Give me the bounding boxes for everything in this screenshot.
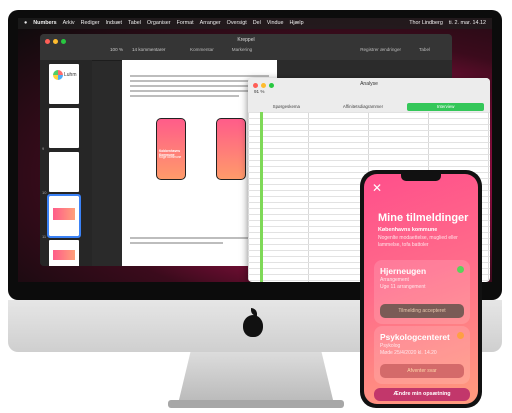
page-number: 10 [42, 190, 47, 195]
numbers-toolbar: Analyse 91 % Spørgeskema Affinitetsdiagr… [248, 78, 490, 113]
page-thumbnails-sidebar: Luhm 9 10 11 12 [40, 60, 92, 266]
page-number: 9 [42, 146, 45, 151]
menu-item-hjaelp[interactable]: Hjælp [290, 18, 304, 29]
card-title: Hjerneugen [380, 266, 427, 276]
screen-subtitle: Københavns kommune [378, 227, 438, 233]
menu-bar: ● Numbers Arkiv Rediger Indsæt Tabel Org… [18, 18, 492, 29]
status-button[interactable]: Tilmelding accepteret [380, 304, 464, 318]
pages-toolbar-items: Kommentar Markering Registrer ændringer … [190, 47, 446, 52]
menu-item-tabel[interactable]: Tabel [128, 18, 141, 29]
tab-sporgeskema[interactable]: Spørgeskema [248, 102, 325, 112]
text-line [130, 75, 269, 77]
toolbar-comment[interactable]: Kommentar [190, 47, 214, 52]
card-type: Arrangement [380, 277, 409, 283]
status-button[interactable]: Afventer svar [380, 364, 464, 378]
thumb-logo-text: Luhm [64, 72, 77, 78]
text-line [130, 85, 254, 87]
numbers-zoom[interactable]: 91 % [254, 89, 264, 94]
status-indicator [457, 266, 464, 273]
registration-card[interactable]: Psykologcenteret Psykolog Møde 25/4/2020… [374, 326, 470, 384]
card-title: Psykologcenteret [380, 332, 450, 342]
phone-mockup: Kobbenhavns Kommune Koge kommune [156, 118, 186, 180]
pages-zoom[interactable]: 100 % [110, 47, 123, 52]
page-number: 11 [42, 234, 47, 239]
imac: ● Numbers Arkiv Rediger Indsæt Tabel Org… [0, 0, 512, 413]
numbers-window-title: Analyse [360, 81, 378, 87]
apple-menu-icon[interactable]: ● [24, 18, 27, 29]
page-thumbnail-selected[interactable] [47, 194, 81, 238]
menu-item-oversigt[interactable]: Oversigt [227, 18, 247, 29]
mockup-label: Koge kommune [159, 155, 182, 159]
menu-item-arranger[interactable]: Arranger [200, 18, 221, 29]
pages-toolbar: Kreppel 100 % 14 kommentarer Kommentar M… [40, 34, 452, 61]
text-line [130, 95, 239, 97]
menu-item-vindue[interactable]: Vindue [267, 18, 284, 29]
toolbar-table[interactable]: Tabel [419, 47, 430, 52]
imac-foot [168, 400, 344, 408]
screen-description: Nogenlte modaettelse, muglied eller lamm… [378, 235, 458, 248]
toolbar-track-changes[interactable]: Registrer ændringer [360, 47, 401, 52]
imac-stand [178, 352, 334, 404]
thumb-preview [53, 208, 75, 220]
tab-interview[interactable]: Interview [407, 103, 485, 111]
toolbar-markup[interactable]: Markering [232, 47, 252, 52]
thumb-logo-icon [53, 70, 63, 80]
user-name[interactable]: Thor Lindberg [409, 18, 443, 29]
apple-logo-icon [243, 308, 263, 337]
highlight-column [260, 112, 263, 282]
page-thumbnail[interactable] [49, 108, 79, 148]
text-line [130, 242, 223, 244]
card-type: Psykolog [380, 343, 401, 349]
iphone-screen: ✕ Mine tilmeldinger Københavns kommune N… [364, 174, 478, 404]
iphone-notch [401, 174, 441, 181]
card-date: Møde 25/4/2020 kl. 14.20 [380, 350, 437, 357]
card-date: Uge 11 arrangement [380, 284, 426, 291]
page-thumbnail[interactable]: Luhm [49, 64, 79, 104]
page-thumbnail[interactable] [49, 240, 79, 266]
thumb-preview [53, 250, 75, 260]
tab-affinitetsdiagrammer[interactable]: Affinitetsdiagrammer [325, 102, 402, 112]
iphone: ✕ Mine tilmeldinger Københavns kommune N… [360, 170, 482, 408]
page-thumbnail[interactable] [49, 152, 79, 192]
menu-item-format[interactable]: Format [177, 18, 194, 29]
menu-item-rediger[interactable]: Rediger [81, 18, 100, 29]
menu-item-indsaet[interactable]: Indsæt [106, 18, 122, 29]
status-indicator [457, 332, 464, 339]
close-icon[interactable]: ✕ [372, 182, 382, 194]
menu-item-organiser[interactable]: Organiser [147, 18, 171, 29]
clock[interactable]: ti. 2. mar. 14.12 [449, 18, 486, 29]
phone-mockup [216, 118, 246, 180]
sheet-tabs: Spørgeskema Affinitetsdiagrammer Intervi… [248, 102, 490, 112]
change-settings-button[interactable]: Ændre min opsætning [374, 388, 470, 401]
menu-app-name[interactable]: Numbers [33, 18, 56, 29]
screen-title: Mine tilmeldinger [378, 212, 469, 224]
comments-count[interactable]: 14 kommentarer [132, 47, 165, 52]
registration-card[interactable]: Hjerneugen Arrangement Uge 11 arrangemen… [374, 260, 470, 324]
menu-item-arkiv[interactable]: Arkiv [63, 18, 75, 29]
pages-window-title: Kreppel [237, 37, 255, 43]
menu-item-del[interactable]: Del [253, 18, 261, 29]
